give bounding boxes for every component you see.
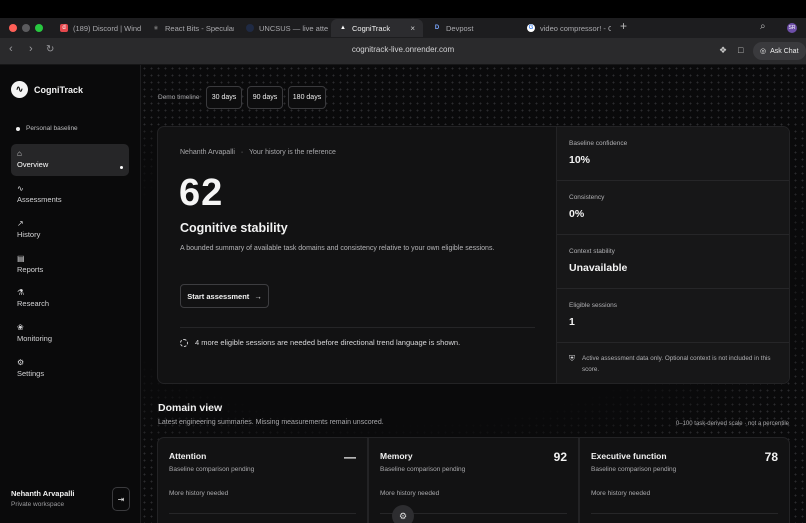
domain-view-subtitle: Latest engineering summaries. Missing me…: [158, 419, 384, 426]
browser-tab-active[interactable]: ▲ CogniTrack ×: [331, 19, 423, 37]
triangle-icon: ▲: [340, 25, 346, 31]
home-icon: ⌂: [17, 149, 22, 158]
scale-note: 0–100 task-derived scale · not a percent…: [675, 421, 789, 427]
extensions-icon[interactable]: ❖: [719, 45, 727, 56]
app-logo[interactable]: ∿ CogniTrack: [11, 81, 83, 98]
brain-icon: ❀: [17, 323, 24, 332]
sidebar-item-history[interactable]: ↗ History: [11, 214, 129, 246]
gear-icon: ⚙: [17, 358, 25, 367]
document-icon: ▤: [17, 254, 25, 263]
main-content: Demo timeline 30 days 90 days 180 days N…: [141, 65, 806, 523]
browser-tab[interactable]: UNCSUS — live attend: [238, 19, 328, 37]
divider: [591, 513, 778, 514]
stability-description: A bounded summary of available task doma…: [180, 245, 495, 252]
chat-icon: ◎: [760, 48, 767, 55]
url-field[interactable]: cognitrack-live.onrender.com: [0, 45, 806, 54]
dot-icon: [246, 24, 254, 32]
ask-chat-button[interactable]: ◎ Ask Chat: [753, 42, 806, 60]
timeline-label: Demo timeline: [158, 94, 200, 101]
gear-icon: ⚙: [398, 510, 408, 521]
timeline-180-days-button[interactable]: 180 days: [288, 86, 326, 109]
divider: [180, 327, 535, 328]
browser-tab[interactable]: G video compressor! - G: [519, 19, 611, 37]
domain-view-title: Domain view: [158, 402, 223, 414]
sidebar: ∿ CogniTrack Personal baseline ⌂ Overvie…: [0, 65, 141, 523]
devpost-icon: D: [434, 25, 440, 31]
discord-icon: d: [60, 24, 68, 32]
sidebar-item-settings[interactable]: ⚙ Settings: [11, 353, 129, 385]
floating-settings-button[interactable]: ⚙: [392, 505, 414, 523]
logo-icon: ∿: [11, 81, 28, 98]
app-window: ∿ CogniTrack Personal baseline ⌂ Overvie…: [0, 65, 806, 523]
metric-context-stability: Context stability Unavailable: [557, 235, 789, 289]
sign-out-icon: ⇥: [117, 494, 125, 504]
search-tabs-icon[interactable]: ⌕: [760, 21, 766, 32]
activity-icon: ∿: [17, 184, 24, 193]
react-icon: ⚛: [153, 25, 159, 32]
browser-tab[interactable]: d (189) Discord | Wind F: [52, 19, 142, 37]
close-window-button[interactable]: [9, 24, 17, 32]
status-dot-icon: [16, 126, 20, 131]
google-icon: G: [527, 24, 535, 32]
metric-eligible-sessions: Eligible sessions 1: [557, 289, 789, 343]
timeline-90-days-button[interactable]: 90 days: [247, 86, 283, 109]
reference-line: Nehanth Arvapalli · Your history is the …: [180, 149, 336, 156]
new-tab-button[interactable]: +: [620, 19, 627, 33]
sidebar-item-reports[interactable]: ▤ Reports: [11, 249, 129, 281]
sessions-note: 4 more eligible sessions are needed befo…: [180, 338, 460, 347]
domain-card-executive-function[interactable]: Executive function 78 Baseline compariso…: [579, 437, 790, 523]
domain-card-attention[interactable]: Attention — Baseline comparison pending …: [157, 437, 368, 523]
flask-icon: ⚗: [17, 288, 25, 297]
browser-tab[interactable]: D Devpost: [425, 19, 515, 37]
pending-icon: [180, 338, 188, 347]
stability-summary: Nehanth Arvapalli · Your history is the …: [158, 127, 556, 383]
chart-icon: ↗: [17, 219, 24, 228]
browser-tab[interactable]: ⚛ React Bits - Specular: [144, 19, 234, 37]
sign-out-button[interactable]: ⇥: [112, 487, 130, 511]
baseline-indicator: Personal baseline: [16, 125, 78, 132]
close-tab-icon[interactable]: ×: [410, 24, 415, 33]
metric-consistency: Consistency 0%: [557, 181, 789, 235]
shield-icon: ⛨: [569, 354, 575, 363]
stability-title: Cognitive stability: [180, 221, 288, 235]
window-top: [0, 0, 806, 18]
timeline-30-days-button[interactable]: 30 days: [206, 86, 242, 109]
stability-score: 62: [179, 172, 224, 214]
workspace-label: Private workspace: [11, 501, 65, 508]
minimize-window-button[interactable]: [22, 24, 30, 32]
user-name: Nehanth Arvapalli: [11, 489, 75, 498]
app-name: CogniTrack: [34, 84, 84, 95]
sidebar-icon[interactable]: □: [738, 45, 743, 55]
profile-avatar[interactable]: SR: [787, 23, 797, 33]
sidebar-item-monitoring[interactable]: ❀ Monitoring: [11, 318, 129, 350]
active-indicator: [120, 166, 123, 169]
sidebar-item-assessments[interactable]: ∿ Assessments: [11, 179, 129, 211]
sidebar-item-overview[interactable]: ⌂ Overview: [11, 144, 129, 176]
divider: [169, 513, 356, 514]
sidebar-item-research[interactable]: ⚗ Research: [11, 283, 129, 315]
stability-card: Nehanth Arvapalli · Your history is the …: [157, 126, 790, 384]
zoom-window-button[interactable]: [35, 24, 43, 32]
metrics-footnote: ⛨ Active assessment data only. Optional …: [569, 354, 771, 373]
metrics-panel: Baseline confidence 10% Consistency 0% C…: [556, 127, 789, 383]
metric-baseline-confidence: Baseline confidence 10%: [557, 127, 789, 181]
start-assessment-button[interactable]: Start assessment →: [180, 284, 269, 308]
arrow-right-icon: →: [254, 291, 262, 301]
